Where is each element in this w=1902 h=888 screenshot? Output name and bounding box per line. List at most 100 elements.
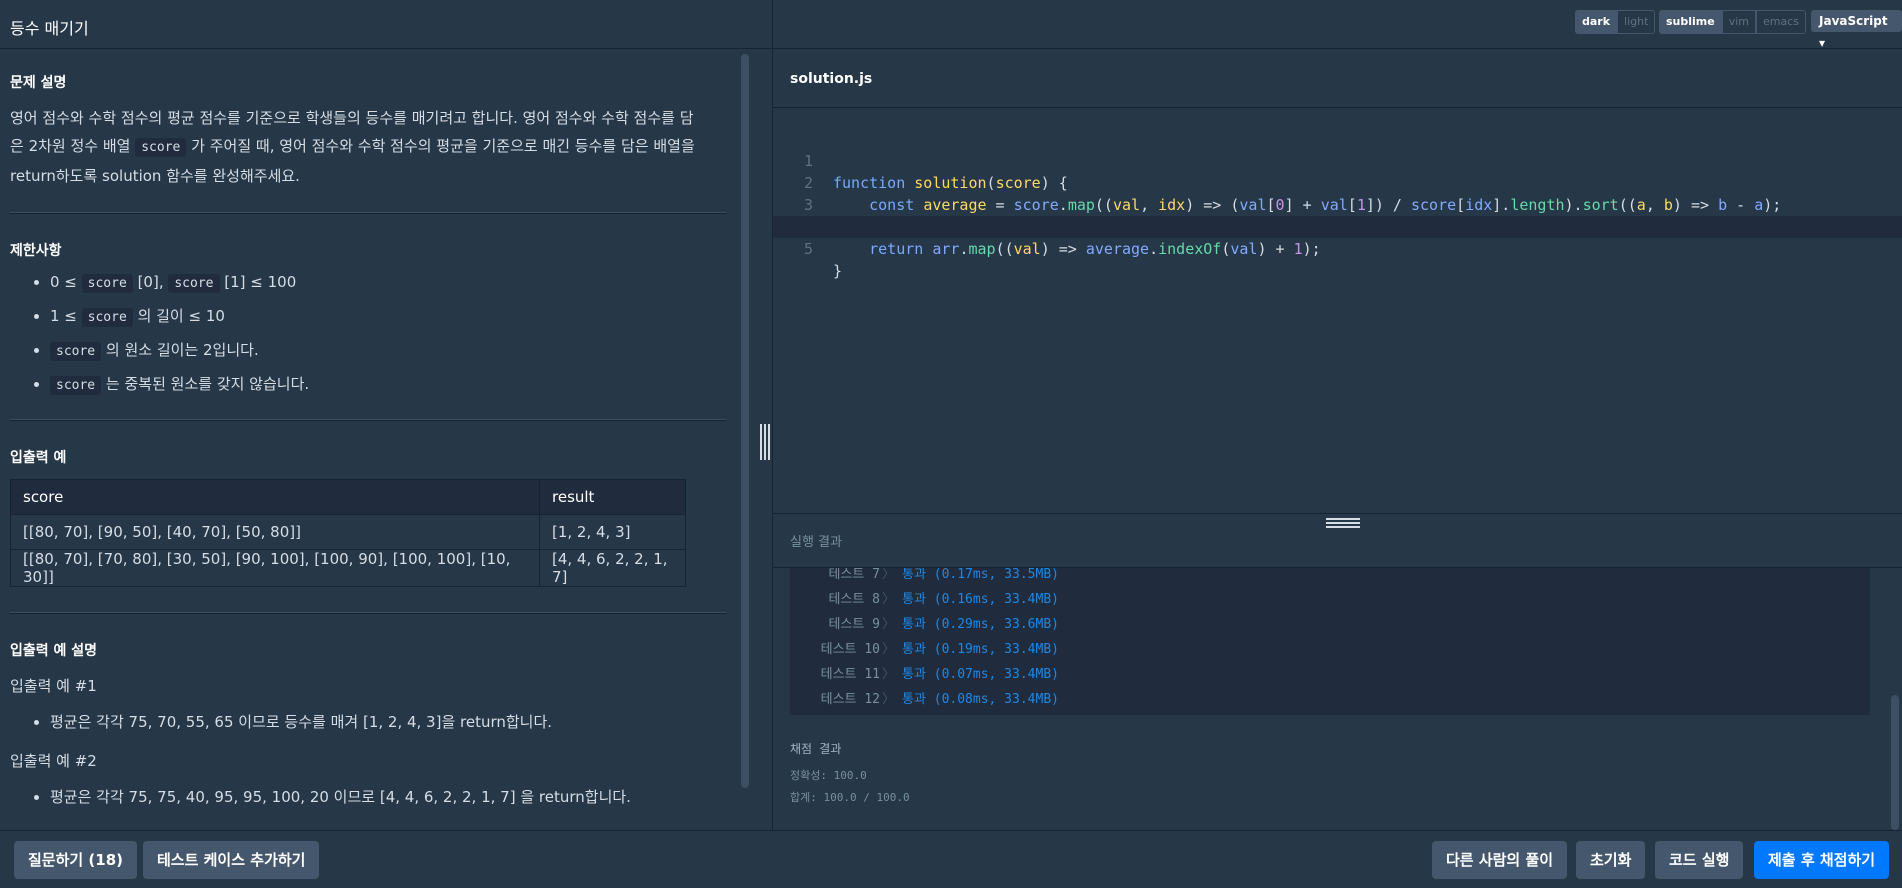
description-line: 은 2차원 정수 배열 score 가 주어질 때, 영어 점수와 수학 점수의…	[10, 132, 726, 162]
table-header-row: score result	[10, 479, 686, 515]
results-scrollbar[interactable]	[1891, 695, 1899, 830]
keymap-vim-button[interactable]: vim	[1721, 10, 1756, 34]
constraints-heading: 제한사항	[10, 243, 62, 259]
run-code-button[interactable]: 코드 실행	[1655, 841, 1744, 879]
grade-title: 채점 결과	[790, 742, 842, 756]
submit-button[interactable]: 제출 후 채점하기	[1754, 841, 1890, 879]
table-row: [[80, 70], [70, 80], [30, 50], [90, 100]…	[10, 549, 686, 587]
code-line: 1 function solution(score) {	[773, 128, 1902, 192]
chevron-right-icon: 〉	[882, 692, 896, 707]
text: 0 ≤	[50, 273, 82, 291]
constraints-list: 0 ≤ score [0], score [1] ≤ 100 1 ≤ score…	[10, 266, 726, 402]
divider	[10, 212, 726, 214]
top-bar: 등수 매기기 dark light sublime vim emacs Java…	[0, 0, 1902, 50]
code-editor[interactable]: 1 function solution(score) { 2 const ave…	[773, 108, 1902, 512]
inline-code: score	[50, 342, 102, 361]
test-row: 테스트 11 〉 통과 (0.07ms, 33.4MB)	[790, 662, 1870, 687]
description-part: 가 주어질 때, 영어 점수와 수학 점수의 평균을 기준으로 매긴 등수를 담…	[191, 137, 695, 155]
keymap-emacs-button[interactable]: emacs	[1756, 10, 1807, 34]
table-cell: [[80, 70], [90, 50], [40, 70], [50, 80]]	[10, 514, 540, 550]
code-text: return arr.map((val) => average.indexOf(…	[869, 240, 1321, 258]
page-title: 등수 매기기	[10, 19, 89, 38]
list-item: 1 ≤ score 의 길이 ≤ 10	[50, 300, 726, 334]
test-row: 테스트 10 〉 통과 (0.19ms, 33.4MB)	[790, 637, 1870, 662]
theme-toggle[interactable]: dark light	[1575, 10, 1656, 34]
chevron-right-icon: 〉	[882, 592, 896, 607]
example-1-list: 평균은 각각 75, 70, 55, 65 이므로 등수를 매겨 [1, 2, …	[10, 706, 726, 739]
text: 의 원소 길이는 2입니다.	[101, 341, 259, 359]
test-result: 통과 (0.29ms, 33.6MB)	[902, 617, 1059, 632]
description-line: 영어 점수와 수학 점수의 평균 점수를 기준으로 학생들의 등수를 매기려고 …	[10, 109, 694, 127]
problem-panel: 문제 설명 영어 점수와 수학 점수의 평균 점수를 기준으로 학생들의 등수를…	[0, 54, 740, 832]
description-heading: 문제 설명	[10, 75, 67, 91]
inline-code: score	[168, 274, 220, 293]
test-result: 통과 (0.08ms, 33.4MB)	[902, 692, 1059, 707]
divider	[773, 513, 1902, 514]
list-item: score 의 원소 길이는 2입니다.	[50, 334, 726, 368]
inline-code: score	[81, 308, 133, 327]
example-2-title: 입출력 예 #2	[10, 752, 97, 770]
test-result: 통과 (0.19ms, 33.4MB)	[902, 642, 1059, 657]
test-name: 테스트 10	[820, 642, 880, 657]
list-item: score 는 중복된 원소를 갖지 않습니다.	[50, 368, 726, 402]
chevron-right-icon: 〉	[882, 568, 896, 582]
inline-code: score	[81, 274, 133, 293]
problem-scrollbar[interactable]	[741, 54, 749, 788]
add-test-case-button[interactable]: 테스트 케이스 추가하기	[143, 841, 320, 879]
editor-resize-handle[interactable]	[1326, 518, 1360, 528]
divider	[10, 612, 726, 614]
others-solutions-button[interactable]: 다른 사람의 풀이	[1432, 841, 1568, 879]
io-heading: 입출력 예	[10, 450, 67, 466]
test-row: 테스트 12 〉 통과 (0.08ms, 33.4MB)	[790, 687, 1870, 712]
pane-resize-handle[interactable]	[760, 424, 770, 460]
test-name: 테스트 11	[820, 667, 880, 682]
description-text: 영어 점수와 수학 점수의 평균 점수를 기준으로 학생들의 등수를 매기려고 …	[10, 104, 726, 190]
inline-code: score	[135, 138, 187, 157]
keymap-sublime-button[interactable]: sublime	[1659, 10, 1722, 34]
reset-button[interactable]: 초기화	[1576, 841, 1646, 879]
test-name: 테스트 8	[828, 592, 880, 607]
table-cell: [[80, 70], [70, 80], [30, 50], [90, 100]…	[10, 549, 540, 587]
column-header: score	[10, 479, 540, 515]
table-cell: [4, 4, 6, 2, 2, 1, 7]	[539, 549, 686, 587]
example-2-list: 평균은 각각 75, 75, 40, 95, 95, 100, 20 이므로 […	[10, 781, 726, 814]
text: 1 ≤	[50, 307, 82, 325]
theme-dark-button[interactable]: dark	[1575, 10, 1618, 34]
chevron-right-icon: 〉	[882, 642, 896, 657]
keymap-toggle[interactable]: sublime vim emacs	[1659, 10, 1807, 34]
test-name: 테스트 12	[820, 692, 880, 707]
io-table: score result [[80, 70], [90, 50], [40, 7…	[10, 479, 686, 587]
text: [1] ≤ 100	[219, 273, 297, 291]
test-result: 통과 (0.07ms, 33.4MB)	[902, 667, 1059, 682]
code-line: 3 const arr = score.map((val, idx) => (v…	[773, 172, 1902, 236]
results-label: 실행 결과	[790, 535, 842, 550]
total-score-text: 합계: 100.0 / 100.0	[790, 791, 910, 804]
text: 는 중복된 원소를 갖지 않습니다.	[101, 375, 310, 393]
language-select[interactable]: JavaScript ▾	[1811, 10, 1902, 50]
theme-light-button[interactable]: light	[1617, 10, 1656, 34]
test-name: 테스트 7	[828, 568, 880, 582]
text: [0],	[132, 273, 169, 291]
column-header: result	[539, 479, 686, 515]
inline-code: score	[50, 376, 102, 395]
io-explanation-heading: 입출력 예 설명	[10, 643, 98, 659]
text: 의 길이 ≤ 10	[132, 307, 225, 325]
table-cell: [1, 2, 4, 3]	[539, 514, 686, 550]
test-row: 테스트 9 〉 통과 (0.29ms, 33.6MB)	[790, 612, 1870, 637]
test-name: 테스트 9	[828, 617, 880, 632]
code-line-active: 5 }	[773, 216, 1902, 280]
file-tab[interactable]: solution.js	[790, 71, 872, 87]
description-part: 은 2차원 정수 배열	[10, 137, 131, 155]
results-console[interactable]: 테스트 7 〉 통과 (0.17ms, 33.5MB) 테스트 8 〉 통과 (…	[790, 568, 1870, 715]
line-number: 5	[803, 240, 813, 258]
test-result: 통과 (0.17ms, 33.5MB)	[902, 568, 1059, 582]
ask-question-button[interactable]: 질문하기 (18)	[14, 841, 138, 879]
list-item: 0 ≤ score [0], score [1] ≤ 100	[50, 266, 726, 300]
footer-bar: 질문하기 (18) 테스트 케이스 추가하기 다른 사람의 풀이 초기화 코드 …	[0, 830, 1902, 888]
chevron-right-icon: 〉	[882, 617, 896, 632]
description-line: return하도록 solution 함수를 완성해주세요.	[10, 167, 300, 185]
list-item: 평균은 각각 75, 75, 40, 95, 95, 100, 20 이므로 […	[50, 781, 726, 814]
example-1-title: 입출력 예 #1	[10, 677, 97, 695]
code-line: 4 return arr.map((val) => average.indexO…	[773, 194, 1902, 258]
test-row: 테스트 8 〉 통과 (0.16ms, 33.4MB)	[790, 587, 1870, 612]
